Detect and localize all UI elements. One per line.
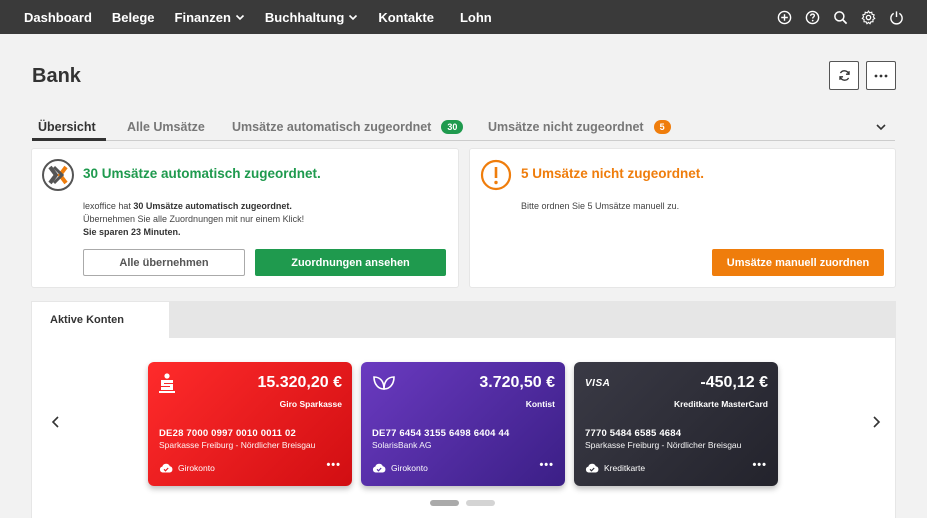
unassigned-description: Bitte ordnen Sie 5 Umsätze manuell zu. — [521, 201, 680, 211]
tab-uebersicht[interactable]: Übersicht — [38, 120, 96, 134]
bank-name: SolarisBank AG — [372, 440, 432, 450]
tab-alle-umsaetze-label: Alle Umsätze — [127, 120, 205, 134]
bank-name: Sparkasse Freiburg - Nördlicher Breisgau — [585, 440, 742, 450]
account-iban: DE28 7000 0997 0010 0011 02 — [159, 428, 296, 439]
account-card-mastercard[interactable]: VISA -450,12 € Kreditkarte MasterCard 77… — [574, 362, 778, 486]
account-type: Girokonto — [159, 463, 215, 473]
nav-kontakte-label: Kontakte — [378, 9, 434, 25]
nav-kontakte[interactable]: Kontakte — [378, 10, 434, 25]
account-type: Girokonto — [372, 463, 428, 473]
account-balance: 3.720,50 € — [479, 374, 555, 391]
gear-icon[interactable] — [860, 9, 877, 26]
time-saved-text: Sie sparen 23 Minuten. — [83, 227, 181, 237]
account-balance: -450,12 € — [700, 374, 768, 391]
account-card-kontist[interactable]: 3.720,50 € Kontist DE77 6454 3155 6498 6… — [361, 362, 565, 486]
nav-finanzen-label: Finanzen — [174, 9, 231, 25]
account-balance: 15.320,20 € — [257, 374, 342, 391]
tab-alle-umsaetze[interactable]: Alle Umsätze — [127, 120, 205, 134]
power-icon[interactable] — [888, 9, 905, 26]
nav-buchhaltung-label: Buchhaltung — [264, 9, 345, 25]
refresh-button[interactable] — [829, 61, 859, 90]
nav-finanzen[interactable]: Finanzen — [175, 10, 245, 25]
nav-buchhaltung[interactable]: Buchhaltung — [265, 10, 358, 25]
warning-icon — [480, 159, 512, 191]
page-title: Bank — [32, 65, 81, 87]
bank-name: Sparkasse Freiburg - Nördlicher Breisgau — [159, 440, 316, 450]
nav-dashboard-label: Dashboard — [24, 9, 92, 25]
search-icon[interactable] — [832, 9, 849, 26]
accounts-tabbar: Aktive Konten — [32, 302, 895, 338]
cloud-sync-icon — [585, 463, 599, 473]
plus-circle-icon[interactable] — [776, 9, 793, 26]
account-iban: DE77 6454 3155 6498 6404 44 — [372, 428, 510, 439]
accept-all-button[interactable]: Alle übernehmen — [83, 249, 245, 276]
auto-assigned-title: 30 Umsätze automatisch zugeordnet. — [83, 166, 321, 181]
account-name: Kreditkarte MasterCard — [673, 399, 768, 409]
tab-automatisch-zugeordnet[interactable]: Umsätze automatisch zugeordnet 30 — [232, 120, 464, 134]
account-type-label: Kreditkarte — [604, 463, 646, 473]
tab-automatisch-zugeordnet-label: Umsätze automatisch zugeordnet — [232, 120, 432, 134]
tab-nicht-zugeordnet-label: Umsätze nicht zugeordnet — [488, 120, 644, 134]
count-badge: 5 — [653, 120, 671, 134]
account-card-sparkasse[interactable]: 15.320,20 € Giro Sparkasse DE28 7000 099… — [148, 362, 352, 486]
account-type-label: Girokonto — [178, 463, 215, 473]
help-icon[interactable] — [804, 9, 821, 26]
visa-logo-text: VISA — [585, 377, 611, 389]
nav-belege[interactable]: Belege — [112, 10, 155, 25]
tab-aktive-konten[interactable]: Aktive Konten — [32, 302, 169, 338]
desc-text: lexoffice hat — [83, 201, 134, 211]
accounts-section: Aktive Konten 15.320,20 € Giro Sparkasse… — [32, 302, 895, 518]
card-more-button[interactable]: ••• — [539, 459, 554, 471]
account-type-label: Girokonto — [391, 463, 428, 473]
chevron-right-icon — [872, 416, 880, 428]
refresh-icon — [838, 70, 850, 81]
card-more-button[interactable]: ••• — [752, 459, 767, 471]
tab-nicht-zugeordnet[interactable]: Umsätze nicht zugeordnet 5 — [488, 120, 671, 134]
chevron-down-icon[interactable] — [875, 121, 887, 133]
unassigned-panel: 5 Umsätze nicht zugeordnet. Bitte ordnen… — [470, 149, 895, 287]
desc-text: Übernehmen Sie alle Zuordnungen mit nur … — [83, 214, 305, 224]
sparkasse-logo — [159, 373, 183, 393]
kontist-leaf-logo — [372, 373, 396, 393]
desc-bold-text: 30 Umsätze automatisch zugeordnet. — [133, 201, 292, 211]
chevron-down-icon — [235, 14, 244, 21]
carousel-page-indicator-1[interactable] — [430, 500, 459, 506]
chevron-left-icon — [51, 416, 59, 428]
account-name: Kontist — [525, 399, 555, 409]
more-options-button[interactable] — [866, 61, 896, 90]
nav-lohn-label: Lohn — [459, 9, 492, 25]
assign-manually-button[interactable]: Umsätze manuell zuordnen — [712, 249, 884, 276]
unassigned-title: 5 Umsätze nicht zugeordnet. — [521, 166, 705, 181]
tab-uebersicht-label: Übersicht — [38, 120, 96, 134]
count-badge: 30 — [441, 120, 464, 134]
account-type: Kreditkarte — [585, 463, 645, 473]
carousel-prev-button[interactable] — [48, 414, 62, 430]
more-horizontal-icon — [874, 74, 888, 77]
account-iban: 7770 5484 6585 4684 — [585, 428, 682, 439]
chevron-down-icon — [349, 14, 358, 21]
card-more-button[interactable]: ••• — [326, 459, 341, 471]
active-tab-indicator — [32, 138, 106, 141]
view-assignments-button[interactable]: Zuordnungen ansehen — [255, 249, 446, 276]
account-name: Giro Sparkasse — [279, 399, 342, 409]
cloud-sync-icon — [372, 463, 386, 473]
carousel-next-button[interactable] — [869, 414, 883, 430]
nav-lohn[interactable]: Lohn — [460, 10, 492, 25]
auto-assigned-description: lexoffice hat 30 Umsätze automatisch zug… — [83, 200, 304, 239]
lexoffice-logo-icon — [42, 159, 74, 191]
visa-logo: VISA — [585, 373, 611, 393]
bank-tabs: Übersicht Alle Umsätze Umsätze automatis… — [32, 113, 895, 141]
nav-dashboard[interactable]: Dashboard — [24, 10, 92, 25]
nav-icon-group — [765, 0, 905, 34]
carousel-page-indicator-2[interactable] — [466, 500, 495, 506]
nav-belege-label: Belege — [111, 9, 155, 25]
auto-assigned-panel: 30 Umsätze automatisch zugeordnet. lexof… — [32, 149, 458, 287]
top-nav: Dashboard Belege Finanzen Buchhaltung Ko… — [0, 0, 927, 34]
cloud-sync-icon — [159, 463, 173, 473]
